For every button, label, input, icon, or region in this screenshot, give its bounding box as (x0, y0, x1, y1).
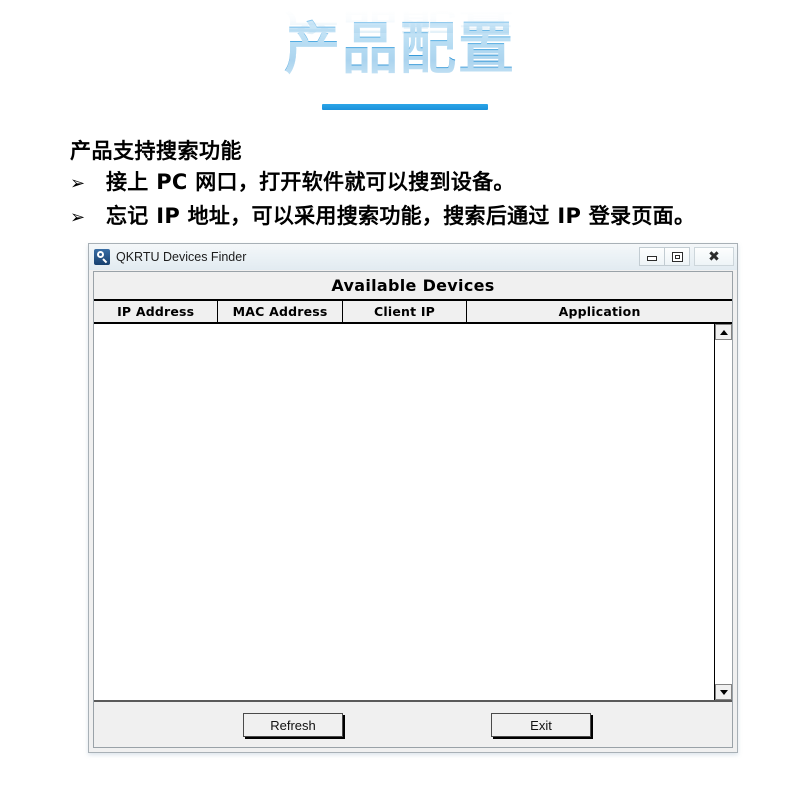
close-icon: ✖ (708, 248, 720, 265)
refresh-button[interactable]: Refresh (243, 713, 343, 737)
exit-button[interactable]: Exit (491, 713, 591, 737)
scroll-down-button[interactable] (715, 684, 732, 700)
dialog-button-bar: Refresh Exit (94, 702, 732, 747)
column-header-application[interactable]: Application (467, 301, 732, 322)
close-button[interactable]: ✖ (694, 247, 734, 266)
scroll-up-button[interactable] (715, 324, 732, 340)
page-title: 产品配置 (284, 17, 516, 82)
column-header-mac-address[interactable]: MAC Address (218, 301, 343, 322)
title-underline (322, 104, 488, 110)
minimize-button[interactable] (639, 247, 665, 266)
bullet-item-2: ➢ 忘记 IP 地址，可以采用搜索功能，搜索后通过 IP 登录页面。 (70, 200, 790, 234)
maximize-button[interactable] (664, 247, 690, 266)
device-list-body[interactable] (94, 324, 714, 700)
column-header-client-ip[interactable]: Client IP (343, 301, 468, 322)
table-column-headers: IP Address MAC Address Client IP Applica… (94, 301, 732, 324)
window-controls: ✖ (639, 246, 734, 267)
qkrtu-devices-finder-window: QKRTU Devices Finder ✖ Available Devices… (88, 243, 738, 753)
copy-heading: 产品支持搜索功能 (70, 139, 242, 163)
window-titlebar[interactable]: QKRTU Devices Finder ✖ (89, 244, 737, 270)
scrollbar-track[interactable] (715, 340, 732, 684)
magnifier-icon (94, 249, 110, 265)
maximize-icon (671, 251, 683, 262)
window-client-area: Available Devices IP Address MAC Address… (93, 271, 733, 748)
arrow-up-icon (719, 329, 728, 335)
bullet-item-1: ➢ 接上 PC 网口，打开软件就可以搜到设备。 (70, 166, 790, 200)
vertical-scrollbar[interactable] (714, 324, 732, 700)
column-header-ip-address[interactable]: IP Address (94, 301, 219, 322)
bullet-text-1: 接上 PC 网口，打开软件就可以搜到设备。 (106, 170, 515, 194)
arrow-bullet-icon: ➢ (70, 207, 86, 228)
arrow-bullet-icon: ➢ (70, 173, 86, 194)
minimize-icon (647, 256, 657, 261)
window-title: QKRTU Devices Finder (116, 250, 247, 264)
bullet-text-2: 忘记 IP 地址，可以采用搜索功能，搜索后通过 IP 登录页面。 (106, 204, 696, 228)
slide-copy: 产品支持搜索功能 ➢ 接上 PC 网口，打开软件就可以搜到设备。 ➢ 忘记 IP… (70, 136, 790, 234)
arrow-down-icon (719, 689, 728, 695)
panel-title: Available Devices (94, 272, 732, 301)
device-list-wrap (94, 324, 732, 702)
